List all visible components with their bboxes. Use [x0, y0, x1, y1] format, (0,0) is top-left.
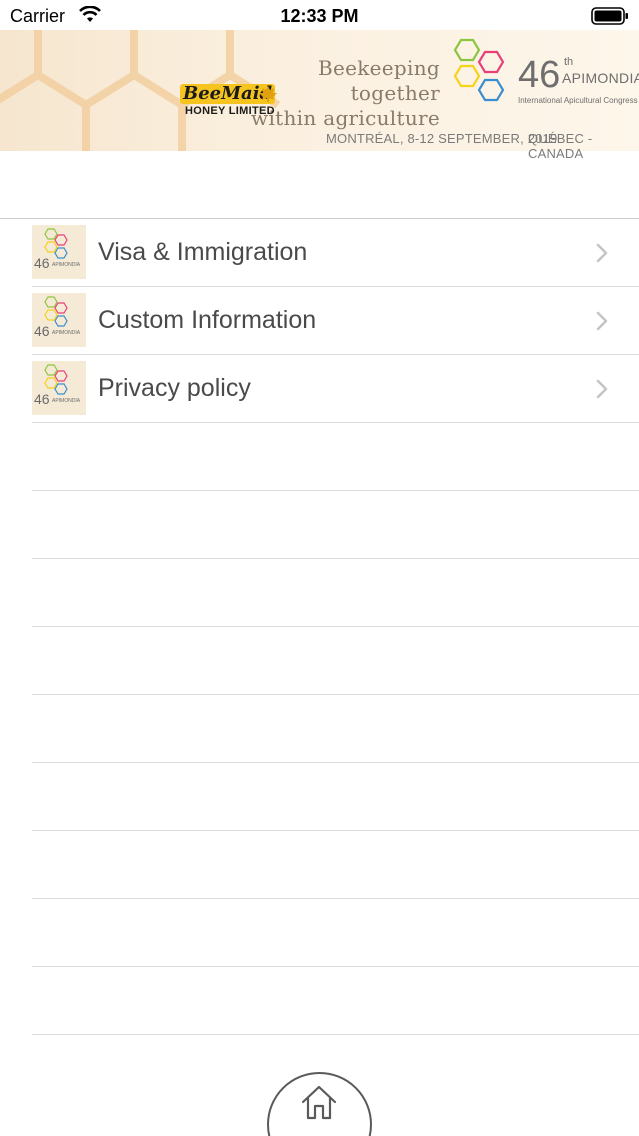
empty-table-row — [32, 559, 639, 627]
maple-leaf-icon — [259, 86, 277, 102]
thumb-number: 46 — [34, 391, 50, 407]
row-thumbnail: 46 APIMONDIA — [32, 361, 86, 415]
empty-table-row — [32, 967, 639, 1035]
thumb-name: APIMONDIA — [52, 330, 81, 336]
status-bar: Carrier 12:33 PM — [0, 0, 639, 30]
empty-table-row — [32, 491, 639, 559]
congress-suffix: th — [564, 56, 574, 68]
chevron-right-icon — [596, 243, 608, 263]
congress-number: 46 — [518, 54, 561, 96]
menu-item-privacy-policy[interactable]: 46 APIMONDIA Privacy policy — [32, 355, 639, 423]
row-thumbnail: 46 APIMONDIA — [32, 293, 86, 347]
menu-list: 46 APIMONDIA Visa & Immigration 46 APIMO… — [0, 219, 639, 1035]
menu-item-label: Privacy policy — [98, 374, 251, 402]
thumb-number: 46 — [34, 323, 50, 339]
home-icon — [301, 1085, 337, 1120]
chevron-right-icon — [596, 311, 608, 331]
home-button[interactable] — [267, 1072, 372, 1136]
status-time: 12:33 PM — [280, 6, 359, 26]
menu-item-visa-immigration[interactable]: 46 APIMONDIA Visa & Immigration — [32, 219, 639, 287]
empty-table-row — [32, 695, 639, 763]
event-location: QUÉBEC - CANADA — [528, 131, 593, 161]
row-thumbnail: 46 APIMONDIA — [32, 225, 86, 279]
empty-table-row — [32, 899, 639, 967]
event-dates: MONTRÉAL, 8-12 SEPTEMBER, 2019 — [326, 131, 558, 146]
empty-table-row — [32, 831, 639, 899]
empty-table-row — [32, 763, 639, 831]
chevron-right-icon — [596, 379, 608, 399]
battery-icon — [591, 7, 628, 25]
thumb-number: 46 — [34, 255, 50, 271]
menu-item-label: Custom Information — [98, 306, 317, 334]
menu-item-custom-information[interactable]: 46 APIMONDIA Custom Information — [32, 287, 639, 355]
empty-table-row — [32, 627, 639, 695]
sponsor-subtitle: HONEY LIMITED — [185, 105, 275, 117]
thumb-name: APIMONDIA — [52, 262, 81, 268]
congress-name: APIMONDIA — [562, 70, 639, 86]
thumb-name: APIMONDIA — [52, 398, 81, 404]
menu-item-label: Visa & Immigration — [98, 238, 308, 266]
congress-subtitle: International Apicultural Congress — [518, 96, 638, 105]
apimondia-hex-logo-icon — [453, 38, 505, 102]
empty-table-row — [32, 423, 639, 491]
